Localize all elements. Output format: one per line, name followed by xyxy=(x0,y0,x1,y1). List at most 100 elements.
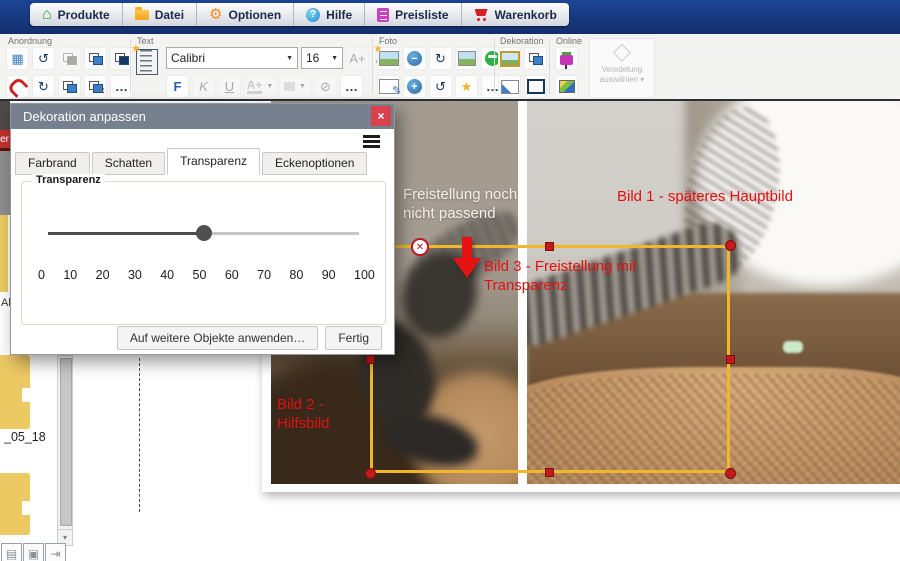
scrollbar-thumb[interactable] xyxy=(60,358,72,526)
menu-datei[interactable]: Datei xyxy=(123,3,197,26)
handle-right-middle[interactable] xyxy=(726,355,735,364)
add-text-button[interactable]: ★ xyxy=(136,49,158,75)
annotation-bild1[interactable]: Bild 1 - späteres Hauptbild xyxy=(617,188,877,207)
magnet-button[interactable] xyxy=(6,75,29,98)
tab-eckenoptionen[interactable]: Eckenoptionen xyxy=(262,152,367,175)
swap-photos-button[interactable] xyxy=(455,47,478,70)
folder-name-label: _05_18 xyxy=(4,430,46,444)
book-view-button[interactable]: ▣ xyxy=(23,543,44,561)
handle-left-middle[interactable] xyxy=(366,355,375,364)
italic-icon: K xyxy=(199,79,208,94)
italic-button[interactable]: K xyxy=(192,75,215,98)
dropper-plus-icon: + xyxy=(407,79,422,94)
menu-produkte[interactable]: ⌂ Produkte xyxy=(30,3,123,26)
framed-picture-icon xyxy=(500,51,520,67)
apply-to-more-objects-button[interactable]: Auf weitere Objekte anwenden… xyxy=(117,326,318,350)
menu-datei-label: Datei xyxy=(155,8,184,22)
magnet-icon xyxy=(7,76,29,98)
close-icon: × xyxy=(377,109,384,123)
align-grid-button[interactable]: ▦ xyxy=(6,47,29,70)
arrow-down-icon: ▾ xyxy=(63,533,67,542)
clipped-red-button[interactable]: er xyxy=(0,130,10,148)
rotate-right-icon: ↻ xyxy=(435,51,446,67)
tab-farbrand[interactable]: Farbrand xyxy=(15,152,90,175)
crop-add-button[interactable]: + xyxy=(403,75,426,98)
ungroup-button[interactable] xyxy=(58,75,81,98)
send-back-icon xyxy=(115,53,129,65)
frame-photo-button[interactable] xyxy=(498,47,521,70)
panel-header-fragment xyxy=(0,101,10,130)
export-button[interactable]: ⇥ xyxy=(45,543,66,561)
rotate-right-button[interactable]: ↻ xyxy=(32,75,55,98)
bold-button[interactable]: F xyxy=(166,75,189,98)
handle-bottom-left[interactable] xyxy=(365,468,376,479)
tab-transparenz[interactable]: Transparenz xyxy=(167,148,260,175)
selection-frame-icon xyxy=(527,79,545,94)
folder-thumbnail[interactable] xyxy=(0,473,30,535)
veredelung-panel[interactable]: ◇ Veredelung auswählen ▾ xyxy=(589,38,655,98)
slider-tick-labels: 0 10 20 30 40 50 60 70 80 90 100 xyxy=(38,268,375,282)
chevron-down-icon: ▼ xyxy=(331,55,338,62)
font-increase-button[interactable]: A+ xyxy=(346,47,369,70)
handle-top-right[interactable] xyxy=(725,240,736,251)
chevron-down-icon: ▼ xyxy=(299,83,306,90)
folder-strip[interactable] xyxy=(0,215,8,292)
folder-thumbnail[interactable] xyxy=(0,355,30,429)
bring-front-button[interactable] xyxy=(84,47,107,70)
corner-options-button[interactable] xyxy=(498,75,521,98)
edit-photo-button[interactable]: ✎ xyxy=(377,75,400,98)
selection-delete-handle[interactable]: ✕ xyxy=(411,238,429,256)
handle-bottom-middle[interactable] xyxy=(545,468,554,477)
online-album-button[interactable] xyxy=(555,75,578,98)
photo-rotate-button[interactable]: ↻ xyxy=(429,47,452,70)
font-color-button[interactable]: A+ ▼ xyxy=(244,75,276,98)
fertig-button[interactable]: Fertig xyxy=(325,326,382,350)
upload-photos-button[interactable] xyxy=(555,47,578,70)
font-size-select[interactable]: 16 ▼ xyxy=(301,47,343,69)
group-objects-button[interactable] xyxy=(58,47,81,70)
tick-label: 80 xyxy=(289,268,303,282)
arrow-shaft xyxy=(462,237,472,258)
menu-preisliste[interactable]: Preisliste xyxy=(365,3,461,26)
group-label-online: Online xyxy=(556,36,582,46)
font-family-select[interactable]: Calibri ▼ xyxy=(166,47,298,69)
dialog-close-button[interactable]: × xyxy=(371,106,391,126)
menu-hilfe-label: Hilfe xyxy=(326,8,352,22)
photo-rotate-left-button[interactable]: ↺ xyxy=(429,75,452,98)
fill-color-button[interactable]: ▼ xyxy=(279,75,311,98)
groupbox-label: Transparenz xyxy=(32,174,105,186)
slideshow-view-button[interactable]: ▤ xyxy=(1,543,22,561)
menubar: ⌂ Produkte Datei ⚙ Optionen ? Hilfe Prei… xyxy=(0,0,900,34)
menu-warenkorb-label: Warenkorb xyxy=(495,8,557,22)
annotation-freistellung[interactable]: Freistellung noch nicht passend xyxy=(403,186,538,224)
rotate-left-button[interactable]: ↺ xyxy=(32,47,55,70)
tab-schatten[interactable]: Schatten xyxy=(92,152,165,175)
panel-scrollbar[interactable]: ▾ xyxy=(57,355,73,546)
veredelung-label-line2: auswählen xyxy=(600,75,638,84)
bring-front-icon xyxy=(89,53,103,65)
annotation-bild3[interactable]: Bild 3 - Freistellung mit Transparenz xyxy=(484,258,669,296)
tick-label: 60 xyxy=(225,268,239,282)
dialog-menu-button[interactable] xyxy=(363,135,380,150)
shapes-button[interactable] xyxy=(524,47,547,70)
clear-style-button[interactable]: ⊘ xyxy=(314,75,337,98)
crop-remove-button[interactable]: − xyxy=(403,47,426,70)
menu-optionen[interactable]: ⚙ Optionen xyxy=(197,3,294,26)
text-more-button[interactable]: … xyxy=(340,75,363,98)
transparency-slider-thumb[interactable] xyxy=(196,225,212,241)
chevron-down-icon: ▼ xyxy=(266,83,273,90)
handle-top-middle[interactable] xyxy=(545,242,554,251)
group-label-dekoration: Dekoration xyxy=(500,36,544,46)
red-arrow-annotation[interactable] xyxy=(452,237,482,279)
arrow-head xyxy=(453,258,481,278)
remove-effect-button[interactable]: ★ xyxy=(455,75,478,98)
annotation-bild2[interactable]: Bild 2 - Hilfsbild xyxy=(277,396,357,434)
menu-warenkorb[interactable]: Warenkorb xyxy=(462,3,569,26)
add-photo-button[interactable]: ★ xyxy=(377,47,400,70)
dialog-titlebar[interactable]: Dekoration anpassen xyxy=(11,104,394,129)
remove-overlap-button[interactable]: ✕ xyxy=(84,75,107,98)
border-frame-button[interactable] xyxy=(524,75,547,98)
underline-button[interactable]: U xyxy=(218,75,241,98)
handle-bottom-right[interactable] xyxy=(725,468,736,479)
menu-hilfe[interactable]: ? Hilfe xyxy=(294,3,365,26)
